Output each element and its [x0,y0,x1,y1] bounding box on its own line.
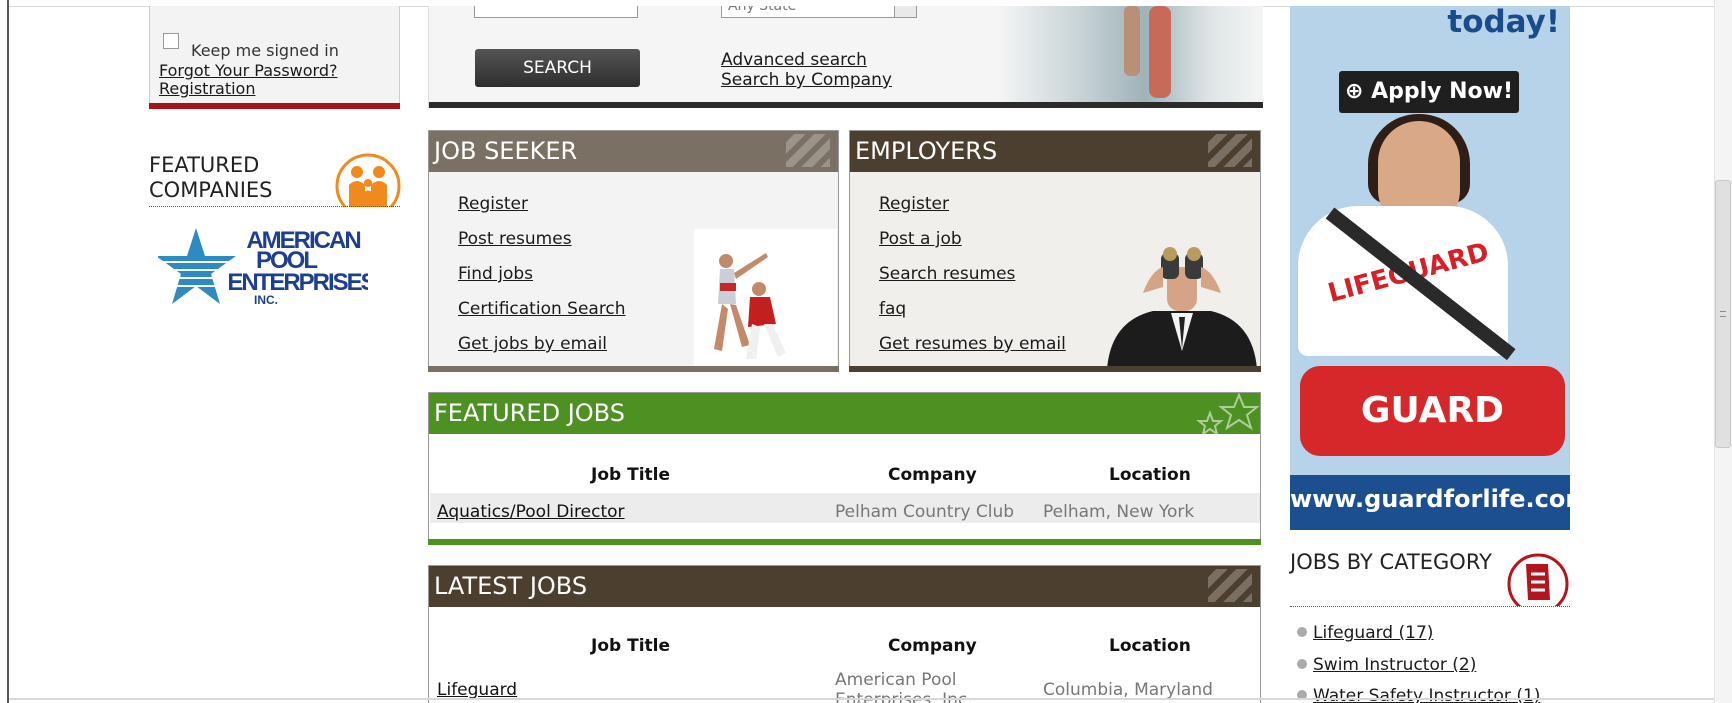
divider [9,698,1714,700]
latest-jobs-header: LATEST JOBS [429,566,1260,607]
dropdown-arrow-icon[interactable] [894,6,916,17]
stars-icon [1196,393,1260,434]
js-certification-search-link[interactable]: Certification Search [458,299,626,319]
box-bottom-bar [428,366,839,372]
job-location: Pelham, New York [1043,502,1195,522]
js-jobs-by-email-link[interactable]: Get jobs by email [458,334,607,354]
category-link-swim-instructor[interactable]: Swim Instructor (2) [1313,655,1476,675]
job-seeker-box: JOB SEEKER Register Post resumes Find jo… [428,130,839,372]
banner-figure [1124,6,1140,76]
box-bottom-bar [428,539,1261,545]
stripes-icon [1208,569,1252,602]
employers-box: EMPLOYERS Register Post a job Search res… [849,130,1261,372]
job-company: Pelham Country Club [835,502,1015,522]
column-header: Company [888,465,977,485]
keep-signed-in-checkbox[interactable] [163,33,179,49]
category-link-water-safety[interactable]: Water Safety Instructor (1) [1313,686,1540,703]
search-by-company-link[interactable]: Search by Company [721,70,892,90]
people-icon [335,153,401,207]
job-title-link[interactable]: Aquatics/Pool Director [437,502,625,522]
apply-now-button[interactable]: ⊕ Apply Now! [1339,71,1519,113]
box-bottom-bar [849,366,1261,372]
js-register-link[interactable]: Register [458,194,528,214]
search-button[interactable]: SEARCH [475,49,640,87]
lifeguards-running-image [694,229,837,367]
job-title-link[interactable]: Lifeguard [437,680,517,700]
stripes-icon [1208,134,1252,167]
category-link-lifeguard[interactable]: Lifeguard (17) [1313,623,1433,643]
grip-icon [1720,311,1726,317]
emp-register-link[interactable]: Register [879,194,949,214]
binoculars-man-image [1107,247,1257,369]
column-header: Company [888,636,977,656]
login-box: Keep me signed in Forgot Your Password? … [149,6,400,109]
emp-post-job-link[interactable]: Post a job [879,229,962,249]
keep-signed-in-label: Keep me signed in [191,41,339,60]
job-company: Enterprises, Inc. [835,690,973,703]
banner-figure [1149,6,1171,98]
js-find-jobs-link[interactable]: Find jobs [458,264,533,284]
employers-header: EMPLOYERS [850,131,1260,172]
jobs-by-category-title: JOBS BY CATEGORY [1290,550,1492,574]
advanced-search-link[interactable]: Advanced search [721,50,867,70]
panel-bottom-bar [429,102,1263,108]
featured-companies-title: FEATURED COMPANIES [149,153,273,202]
category-item: Lifeguard (17) [1297,623,1433,643]
keyword-input[interactable] [474,6,638,18]
search-panel: Any State SEARCH Advanced search Search … [428,6,1263,108]
ad-rescue-tube: GUARD [1300,366,1565,456]
stripes-icon [786,134,830,167]
category-item: Water Safety Instructor (1) [1297,686,1540,703]
login-accent-bar [149,103,400,109]
american-pool-logo[interactable]: AMERICAN POOL ENTERPRISES INC. [158,226,368,310]
divider [1290,606,1570,607]
column-header: Location [1109,636,1191,656]
scrollbar-thumb[interactable] [1715,180,1731,448]
js-post-resumes-link[interactable]: Post resumes [458,229,572,249]
divider [149,206,400,207]
featured-jobs-box: FEATURED JOBS Job Title Company Location… [428,392,1261,545]
column-header: Location [1109,465,1191,485]
emp-search-resumes-link[interactable]: Search resumes [879,264,1015,284]
job-seeker-links: Register Post resumes Find jobs Certific… [458,187,626,362]
lifeguard-banner-image [999,6,1263,102]
forgot-password-link[interactable]: Forgot Your Password? [159,61,338,80]
column-header: Job Title [591,636,670,656]
guard-for-life-ad[interactable]: today! ⊕ Apply Now! LIFEGUARD GUARD www.… [1290,6,1570,530]
ad-url[interactable]: www.guardforlife.com [1290,475,1570,530]
category-item: Swim Instructor (2) [1297,655,1476,675]
job-seeker-header: JOB SEEKER [429,131,838,172]
page: { "login": { "keep_signed_in": "Keep me … [0,0,1732,703]
state-select[interactable]: Any State [721,6,917,18]
ad-headline: today! [1447,6,1560,40]
bullet-icon [1297,659,1307,669]
job-company: American Pool [835,670,957,690]
registration-link[interactable]: Registration [159,79,255,98]
job-location: Columbia, Maryland [1043,680,1213,700]
emp-faq-link[interactable]: faq [879,299,906,319]
latest-jobs-box: LATEST JOBS Job Title Company Location L… [428,565,1261,703]
bullet-icon [1297,627,1307,637]
emp-resumes-by-email-link[interactable]: Get resumes by email [879,334,1066,354]
featured-jobs-header: FEATURED JOBS [429,393,1260,434]
column-header: Job Title [591,465,670,485]
page-border-left [7,0,9,703]
employers-links: Register Post a job Search resumes faq G… [879,187,1066,362]
document-icon [1507,553,1569,606]
svg-text:ENTERPRISES: ENTERPRISES [227,269,368,296]
svg-text:INC.: INC. [254,293,278,307]
